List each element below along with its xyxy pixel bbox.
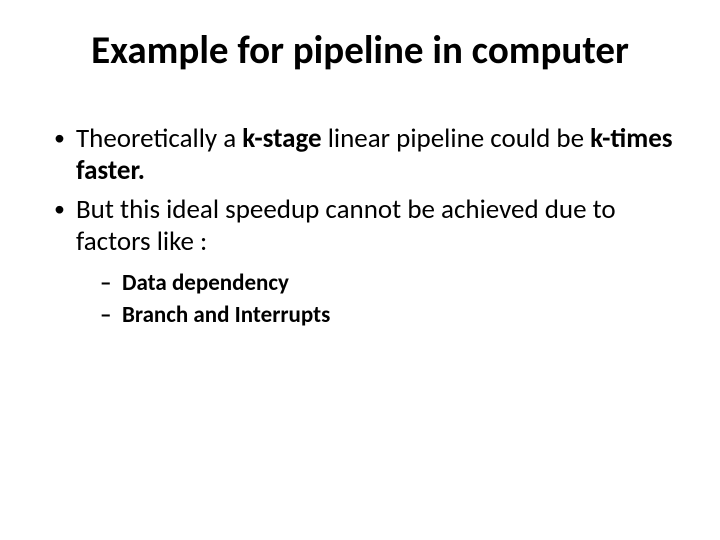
bullet-item-2: But this ideal speedup cannot be achieve… xyxy=(50,194,680,331)
bullet-list: Theoretically a k-stage linear pipeline … xyxy=(50,123,680,331)
sub-bullet-2: Branch and Interrupts xyxy=(100,300,680,331)
slide: Example for pipeline in computer Theoret… xyxy=(0,0,720,540)
bullet-item-1: Theoretically a k-stage linear pipeline … xyxy=(50,123,680,188)
sub-bullet-1: Data dependency xyxy=(100,268,680,299)
sub-bullet-list: Data dependency Branch and Interrupts xyxy=(100,268,680,330)
bullet-2-text: But this ideal speedup cannot be achieve… xyxy=(76,193,616,258)
slide-title: Example for pipeline in computer xyxy=(40,30,680,73)
bullet-1-text-b: linear pipeline could be xyxy=(322,122,591,155)
bullet-1-text-a: Theoretically a xyxy=(76,122,242,155)
bullet-1-bold-a: k-stage xyxy=(242,122,321,155)
